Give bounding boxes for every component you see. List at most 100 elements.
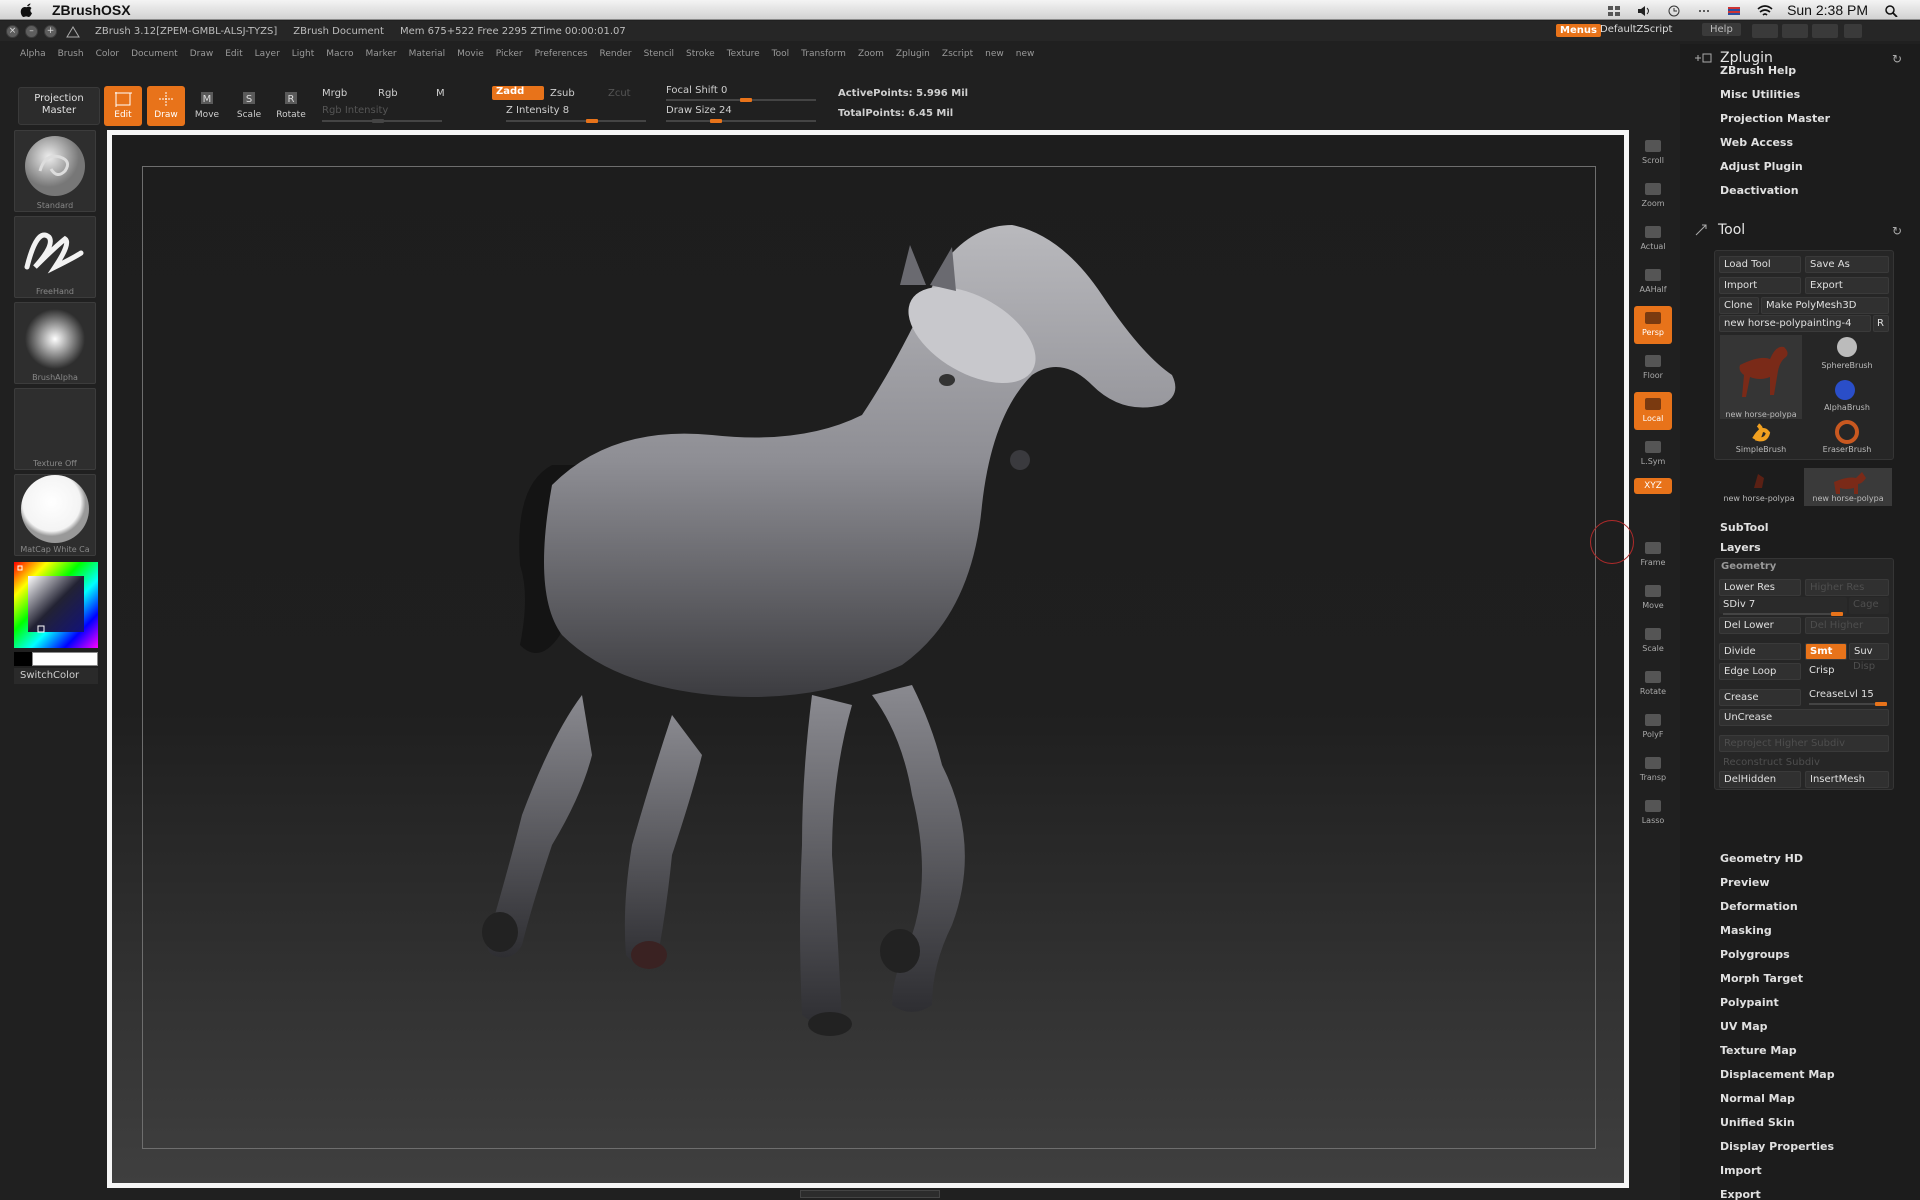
tool-section-export[interactable]: Export: [1720, 1188, 1761, 1200]
higher-res-button[interactable]: Higher Res: [1805, 579, 1889, 596]
uncrease-button[interactable]: UnCrease: [1719, 709, 1889, 726]
current-tool-slider[interactable]: new horse-polypainting-4: [1719, 315, 1871, 332]
color-picker[interactable]: [14, 562, 98, 648]
maximize-window-icon[interactable]: +: [44, 24, 57, 38]
strip-scroll-button[interactable]: Scroll: [1634, 134, 1672, 172]
menu-transform[interactable]: Transform: [801, 49, 846, 59]
z-intensity-track[interactable]: [506, 119, 646, 123]
export-tool-button[interactable]: Export: [1805, 277, 1889, 294]
clock[interactable]: Sun 2:38 PM: [1787, 2, 1868, 18]
menu-edit[interactable]: Edit: [225, 49, 242, 59]
menu-document[interactable]: Document: [131, 49, 178, 59]
menu-light[interactable]: Light: [292, 49, 314, 59]
tool-section-texture-map[interactable]: Texture Map: [1720, 1044, 1797, 1057]
thumb-spherebrush[interactable]: SphereBrush: [1805, 335, 1889, 375]
lower-res-button[interactable]: Lower Res: [1719, 579, 1801, 596]
zplugin-item-1[interactable]: Misc Utilities: [1720, 88, 1800, 101]
rgb-intensity-knob[interactable]: [372, 119, 384, 123]
projection-master-button[interactable]: Projection Master: [18, 87, 100, 125]
menu-draw[interactable]: Draw: [190, 49, 214, 59]
divide-button[interactable]: Divide: [1719, 643, 1801, 660]
z-intensity-slider[interactable]: Z Intensity 8: [506, 105, 569, 116]
zplugin-item-5[interactable]: Deactivation: [1720, 184, 1799, 197]
m-button[interactable]: M: [436, 88, 445, 99]
move-button[interactable]: M Move: [188, 86, 226, 126]
minimize-window-icon[interactable]: –: [25, 24, 38, 38]
menu-new-23[interactable]: new: [985, 49, 1004, 59]
focal-shift-track[interactable]: [666, 98, 816, 102]
strip-zoom-button[interactable]: Zoom: [1634, 177, 1672, 215]
rgb-button[interactable]: Rgb: [378, 88, 398, 99]
tool-section-unified-skin[interactable]: Unified Skin: [1720, 1116, 1795, 1129]
bluetooth-icon[interactable]: [1697, 4, 1711, 16]
menu-stroke[interactable]: Stroke: [686, 49, 715, 59]
insertmesh-button[interactable]: InsertMesh: [1805, 771, 1889, 788]
layout-save-icon[interactable]: [1812, 24, 1838, 38]
strip-transp-button[interactable]: Transp: [1634, 751, 1672, 789]
tool-section-import[interactable]: Import: [1720, 1164, 1762, 1177]
cage-button[interactable]: Cage: [1849, 597, 1889, 614]
menu-movie[interactable]: Movie: [457, 49, 484, 59]
geometry-header[interactable]: Geometry: [1721, 561, 1776, 572]
subtool-section[interactable]: SubTool: [1720, 521, 1769, 534]
menu-layer[interactable]: Layer: [255, 49, 280, 59]
brush-standard-swatch[interactable]: Standard: [14, 130, 96, 212]
tool-section-geometry-hd[interactable]: Geometry HD: [1720, 852, 1803, 865]
reproject-button[interactable]: Reproject Higher Subdiv: [1719, 735, 1889, 752]
horse-model[interactable]: [112, 135, 1624, 1183]
layout-cycle-icon[interactable]: [1782, 24, 1808, 38]
zplugin-refresh-icon[interactable]: ↻: [1892, 52, 1902, 66]
zplugin-item-0[interactable]: ZBrush Help: [1720, 64, 1796, 77]
strip-floor-button[interactable]: Floor: [1634, 349, 1672, 387]
menu-zscript[interactable]: Zscript: [942, 49, 973, 59]
flag-icon[interactable]: [1727, 4, 1741, 16]
sdiv-slider[interactable]: SDiv 7: [1719, 597, 1847, 614]
menu-marker[interactable]: Marker: [365, 49, 396, 59]
crease-button[interactable]: Crease: [1719, 689, 1801, 706]
help-button[interactable]: Help: [1702, 23, 1741, 36]
close-window-icon[interactable]: ×: [6, 24, 19, 38]
tool-section-polypaint[interactable]: Polypaint: [1720, 996, 1779, 1009]
tool-section-displacement-map[interactable]: Displacement Map: [1720, 1068, 1835, 1081]
menu-tool[interactable]: Tool: [772, 49, 789, 59]
bottom-tray-handle[interactable]: [800, 1190, 940, 1198]
draw-button[interactable]: Draw: [147, 86, 185, 126]
menu-stencil[interactable]: Stencil: [644, 49, 674, 59]
sdiv-knob[interactable]: [1831, 612, 1843, 616]
zcut-button[interactable]: Zcut: [608, 88, 631, 99]
import-tool-button[interactable]: Import: [1719, 277, 1801, 294]
document-canvas[interactable]: [107, 130, 1629, 1188]
tool-section-display-properties[interactable]: Display Properties: [1720, 1140, 1834, 1153]
primary-secondary-colors[interactable]: [14, 652, 98, 666]
menu-render[interactable]: Render: [600, 49, 632, 59]
load-tool-button[interactable]: Load Tool: [1719, 256, 1801, 273]
menu-macro[interactable]: Macro: [326, 49, 353, 59]
strip-frame-button[interactable]: Frame: [1634, 536, 1672, 574]
tool-header[interactable]: Tool: [1694, 222, 1745, 238]
save-as-button[interactable]: Save As: [1805, 256, 1889, 273]
reconstruct-button[interactable]: Reconstruct Subdiv: [1719, 755, 1889, 772]
thumb-alphabrush[interactable]: AlphaBrush: [1805, 377, 1889, 417]
thumb-horse-small-2[interactable]: new horse-polypa: [1804, 468, 1892, 506]
strip-scale-button[interactable]: Scale: [1634, 622, 1672, 660]
tool-section-uv-map[interactable]: UV Map: [1720, 1020, 1768, 1033]
stroke-freehand-swatch[interactable]: FreeHand: [14, 216, 96, 298]
tool-section-polygroups[interactable]: Polygroups: [1720, 948, 1790, 961]
primary-color-swatch[interactable]: [32, 652, 98, 666]
strip-actual-button[interactable]: Actual: [1634, 220, 1672, 258]
tool-section-masking[interactable]: Masking: [1720, 924, 1772, 937]
thumb-simplebrush[interactable]: SimpleBrush: [1720, 419, 1802, 459]
strip-persp-button[interactable]: Persp: [1634, 306, 1672, 344]
menu-color[interactable]: Color: [96, 49, 120, 59]
layout-toggle-icon[interactable]: [1752, 24, 1778, 38]
layers-section[interactable]: Layers: [1720, 541, 1761, 554]
menu-preferences[interactable]: Preferences: [535, 49, 588, 59]
lock-icon[interactable]: [1844, 24, 1862, 38]
thumb-eraserbrush[interactable]: EraserBrush: [1805, 419, 1889, 459]
delhidden-button[interactable]: DelHidden: [1719, 771, 1801, 788]
strip-polyf-button[interactable]: PolyF: [1634, 708, 1672, 746]
spotlight-icon[interactable]: [1884, 4, 1898, 18]
z-intensity-knob[interactable]: [586, 119, 598, 123]
del-lower-button[interactable]: Del Lower: [1719, 617, 1801, 634]
thumb-horse-large[interactable]: new horse-polypa: [1720, 335, 1802, 419]
